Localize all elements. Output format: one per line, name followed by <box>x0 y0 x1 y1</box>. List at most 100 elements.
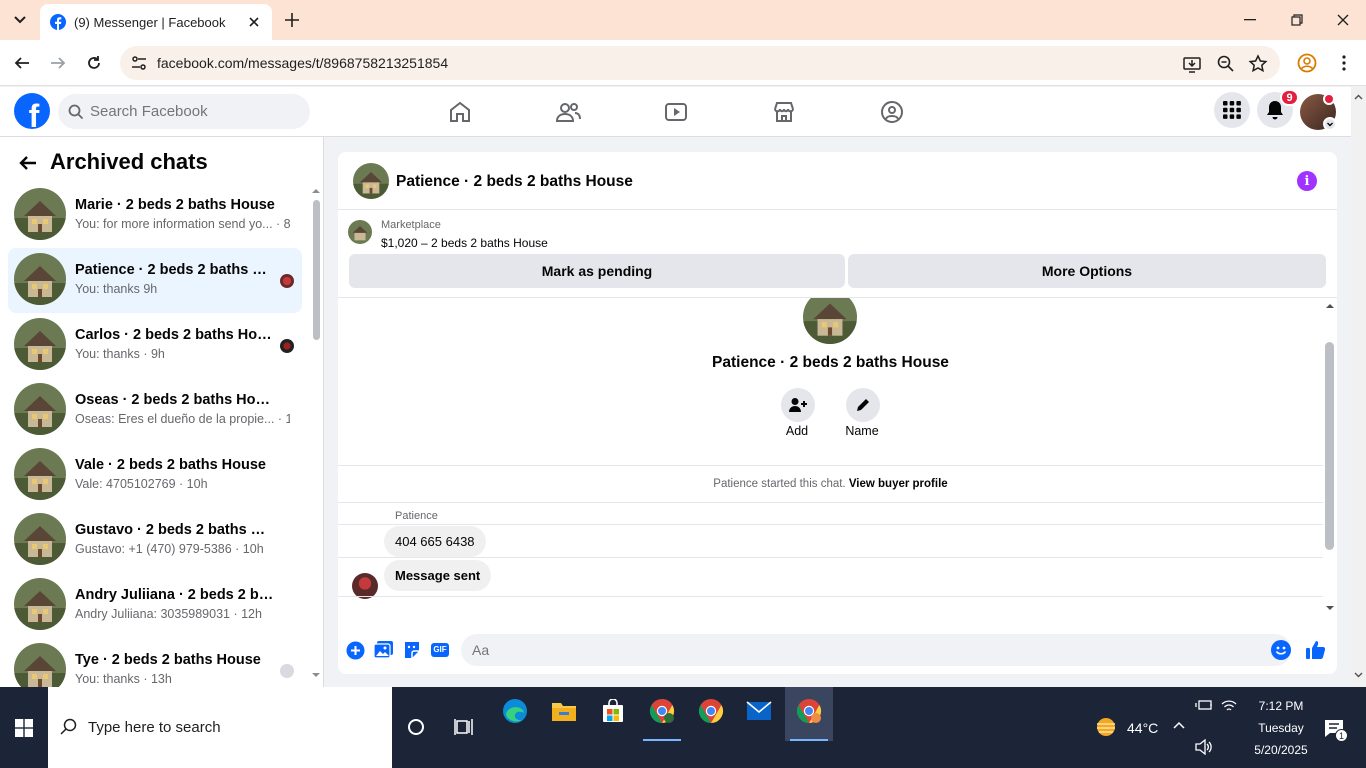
chat-list-item[interactable]: Marie · 2 beds 2 baths House You: for mo… <box>8 183 302 248</box>
thread-scroll-thumb[interactable] <box>1325 342 1334 550</box>
chat-list-item[interactable]: Gustavo · 2 beds 2 baths House Gustavo: … <box>8 508 302 573</box>
browser-tab-strip: (9) Messenger | Facebook <box>0 0 1366 40</box>
facebook-logo-icon[interactable]: f <box>14 93 50 129</box>
windows-start-icon[interactable] <box>0 687 48 768</box>
clock-day[interactable]: Tuesday <box>1236 721 1326 735</box>
marketplace-icon[interactable] <box>771 99 797 125</box>
bookmark-star-icon[interactable] <box>1248 54 1268 74</box>
archived-chats-title: Archived chats <box>50 149 208 174</box>
house-thumbnail <box>14 448 66 500</box>
gif-icon[interactable]: GIF <box>429 639 451 661</box>
emoji-icon[interactable] <box>1271 640 1291 660</box>
chrome-profile-1-icon[interactable] <box>638 687 686 735</box>
divider <box>338 596 1323 597</box>
task-view-icon[interactable] <box>440 703 488 751</box>
mark-as-pending-button[interactable]: Mark as pending <box>349 254 845 288</box>
tab-search-chevron-icon[interactable] <box>8 8 32 32</box>
thumbs-up-like-icon[interactable] <box>1305 639 1327 661</box>
new-tab-plus-icon[interactable] <box>282 10 302 30</box>
browser-menu-icon[interactable] <box>1333 52 1355 74</box>
chat-started-notice: Patience started this chat. View buyer p… <box>713 478 948 490</box>
chat-name: Carlos · 2 beds 2 baths House <box>75 327 275 343</box>
conversation-panel: Patience · 2 beds 2 baths House i Market… <box>338 152 1337 674</box>
address-bar[interactable]: facebook.com/messages/t/8968758213251854 <box>120 46 1280 80</box>
close-window-icon[interactable] <box>1333 10 1353 30</box>
microsoft-store-icon[interactable] <box>589 687 637 735</box>
chat-list-item[interactable]: Tye · 2 beds 2 baths House You: thanks ·… <box>8 638 302 687</box>
edge-browser-icon[interactable] <box>491 687 539 735</box>
url-text[interactable]: facebook.com/messages/t/8968758213251854 <box>157 55 448 71</box>
chat-list-item[interactable]: Andry Juliiana · 2 beds 2 baths ... Andr… <box>8 573 302 638</box>
clock-date[interactable]: 5/20/2025 <box>1236 743 1326 757</box>
seen-avatar-placeholder <box>280 664 294 678</box>
chat-preview: Andry Juliiana: 3035989031 · 12h <box>75 607 262 621</box>
scroll-up-arrow-icon[interactable] <box>312 187 320 193</box>
taskbar-search-box[interactable]: Type here to search <box>48 687 392 768</box>
more-options-button[interactable]: More Options <box>848 254 1326 288</box>
show-hidden-icons-chevron-icon[interactable] <box>1172 720 1186 730</box>
info-icon[interactable]: i <box>1297 171 1317 191</box>
facebook-search-box[interactable] <box>58 94 310 129</box>
restore-icon[interactable] <box>1287 10 1307 30</box>
plus-circle-icon[interactable] <box>344 639 366 661</box>
mail-icon[interactable] <box>735 687 783 735</box>
zoom-icon[interactable] <box>1216 54 1236 74</box>
tab-close-icon[interactable] <box>246 14 262 30</box>
groups-icon[interactable] <box>879 99 905 125</box>
minimize-icon[interactable] <box>1240 10 1260 30</box>
chat-preview: You: thanks · 13h <box>75 672 172 686</box>
sticker-icon[interactable] <box>401 639 423 661</box>
back-arrow-icon[interactable] <box>18 153 38 173</box>
view-buyer-profile-link[interactable]: View buyer profile <box>849 478 948 490</box>
house-thumbnail[interactable] <box>353 163 389 199</box>
cortana-icon[interactable] <box>392 703 440 751</box>
message-bubble[interactable]: Message sent <box>384 560 492 591</box>
file-explorer-icon[interactable] <box>540 687 588 735</box>
chat-list-scroll-thumb[interactable] <box>313 200 320 340</box>
chat-list-item[interactable]: Vale · 2 beds 2 baths House Vale: 470510… <box>8 443 302 508</box>
add-person-button[interactable] <box>781 388 815 422</box>
battery-icon[interactable] <box>1195 698 1213 712</box>
conversation-title[interactable]: Patience · 2 beds 2 baths House <box>396 173 633 191</box>
install-app-icon[interactable] <box>1182 54 1202 74</box>
chat-name: Oseas · 2 beds 2 baths House <box>75 392 275 408</box>
scroll-up-arrow-icon[interactable] <box>1351 92 1366 102</box>
account-chevron-icon[interactable] <box>1323 117 1337 131</box>
scroll-down-arrow-icon[interactable] <box>312 673 320 679</box>
wifi-icon[interactable] <box>1221 699 1237 713</box>
chat-list-item[interactable]: Oseas · 2 beds 2 baths House Oseas: Eres… <box>8 378 302 443</box>
photo-icon[interactable] <box>372 639 394 661</box>
message-bubble[interactable]: 404 665 6438 <box>384 526 486 557</box>
profile-account-icon[interactable] <box>1296 52 1318 74</box>
site-settings-icon[interactable] <box>130 54 148 72</box>
forward-arrow-icon[interactable] <box>47 52 69 74</box>
search-icon <box>68 104 84 120</box>
chrome-profile-2-icon[interactable] <box>785 687 833 735</box>
chat-list-item-active[interactable]: Patience · 2 beds 2 baths House You: tha… <box>8 248 302 313</box>
video-icon[interactable] <box>663 99 689 125</box>
weather-sun-icon[interactable] <box>1094 715 1118 739</box>
edit-name-button[interactable] <box>846 388 880 422</box>
home-icon[interactable] <box>447 99 473 125</box>
page-scrollbar[interactable] <box>1351 87 1366 687</box>
scroll-down-arrow-icon[interactable] <box>1323 604 1337 612</box>
conversation-avatar[interactable] <box>803 298 857 344</box>
browser-tab-messenger[interactable]: (9) Messenger | Facebook <box>40 4 272 40</box>
listing-title[interactable]: $1,020 – 2 beds 2 baths House <box>381 236 548 250</box>
scroll-down-arrow-icon[interactable] <box>1351 670 1366 680</box>
back-arrow-icon[interactable] <box>11 52 33 74</box>
friends-icon[interactable] <box>555 99 581 125</box>
conversation-profile-name: Patience · 2 beds 2 baths House <box>712 354 949 371</box>
weather-temperature[interactable]: 44°C <box>1127 720 1158 736</box>
chrome-icon[interactable] <box>687 687 735 735</box>
listing-thumbnail[interactable] <box>348 220 372 244</box>
clock-time[interactable]: 7:12 PM <box>1236 699 1326 713</box>
menu-grid-icon[interactable] <box>1214 92 1250 128</box>
volume-icon[interactable] <box>1195 739 1213 755</box>
facebook-search-input[interactable] <box>90 94 300 129</box>
seen-avatar <box>280 274 294 288</box>
scroll-up-arrow-icon[interactable] <box>1323 302 1337 310</box>
reload-icon[interactable] <box>83 52 105 74</box>
message-input[interactable] <box>461 634 1291 666</box>
chat-list-item[interactable]: Carlos · 2 beds 2 baths House You: thank… <box>8 313 302 378</box>
